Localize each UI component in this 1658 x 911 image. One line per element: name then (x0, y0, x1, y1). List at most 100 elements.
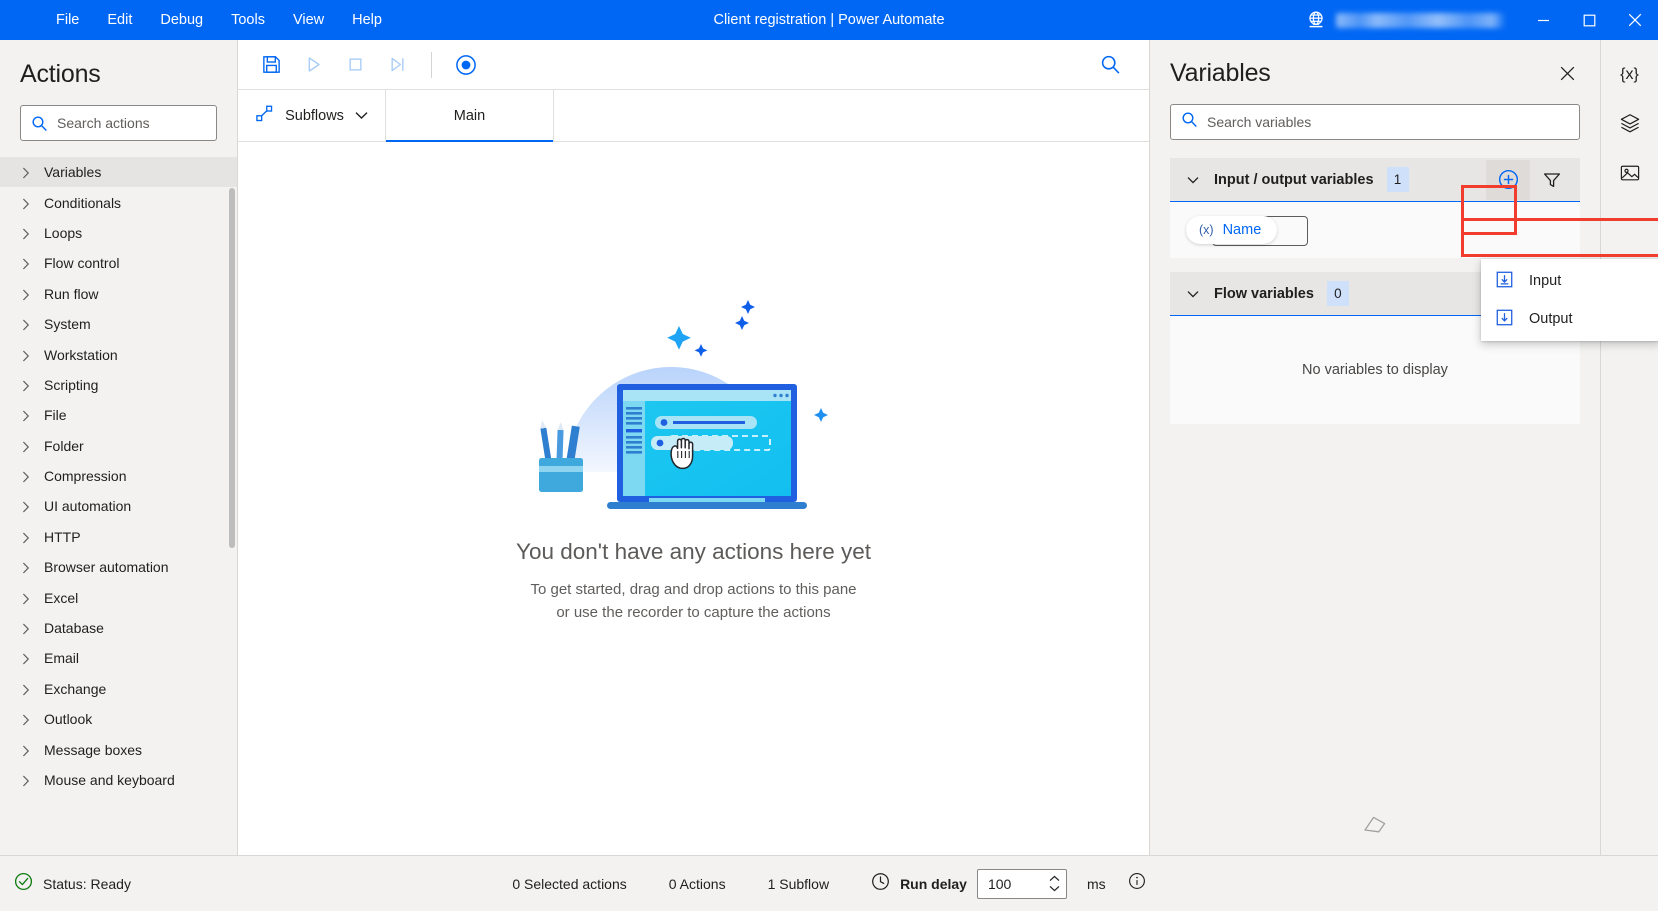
chevron-right-icon (22, 409, 30, 421)
add-variable-menu[interactable]: Input Output (1481, 259, 1658, 341)
flow-canvas[interactable]: You don't have any actions here yet To g… (238, 142, 1149, 855)
action-category-database[interactable]: Database (0, 613, 237, 643)
action-category-compression[interactable]: Compression (0, 461, 237, 491)
stop-button[interactable] (336, 46, 374, 84)
save-button[interactable] (252, 46, 290, 84)
action-category-email[interactable]: Email (0, 643, 237, 673)
variables-pane-title: Variables (1170, 59, 1271, 88)
search-flow-icon[interactable] (1093, 48, 1127, 82)
run-delay-unit: ms (1087, 876, 1106, 892)
group-input-output-actions (1486, 160, 1574, 200)
chevron-right-icon (22, 440, 30, 452)
action-category-browser-automation[interactable]: Browser automation (0, 552, 237, 582)
menu-item-help[interactable]: Help (338, 7, 396, 34)
menu-item-input[interactable]: Input (1481, 262, 1658, 300)
search-actions-input[interactable]: Search actions (20, 105, 217, 141)
chevron-down-icon (1186, 173, 1200, 187)
actions-count: 0 Actions (669, 876, 726, 892)
empty-state-title: You don't have any actions here yet (516, 539, 871, 565)
action-category-variables[interactable]: Variables (0, 157, 237, 187)
group-input-output-count: 1 (1387, 167, 1409, 192)
variable-pill-name[interactable]: (x) Name (1186, 216, 1277, 244)
menu-item-tools[interactable]: Tools (217, 7, 279, 34)
globe-icon (1305, 9, 1327, 31)
search-actions-placeholder: Search actions (57, 115, 150, 131)
action-category-label: Variables (44, 164, 101, 180)
variable-pill-label: Name (1223, 222, 1262, 238)
rail-variables-icon[interactable]: {x} (1609, 54, 1651, 96)
action-category-run-flow[interactable]: Run flow (0, 279, 237, 309)
status-metrics: 0 Selected actions 0 Actions 1 Subflow R… (0, 869, 1658, 899)
tab-main[interactable]: Main (386, 90, 554, 141)
input-variable-icon (1495, 270, 1514, 293)
action-category-loops[interactable]: Loops (0, 218, 237, 248)
account-chip[interactable] (1305, 9, 1506, 31)
close-variables-pane-button[interactable] (1552, 58, 1582, 88)
chevron-right-icon (22, 227, 30, 239)
variable-entry[interactable]: (x) Name (1186, 216, 1277, 244)
filter-variables-button[interactable] (1530, 160, 1574, 200)
menu-item-output-label: Output (1529, 311, 1573, 327)
action-category-mouse-and-keyboard[interactable]: Mouse and keyboard (0, 765, 237, 795)
menu-item-output[interactable]: Output (1481, 300, 1658, 338)
action-category-label: Scripting (44, 377, 98, 393)
info-icon[interactable] (1128, 872, 1146, 895)
action-category-http[interactable]: HTTP (0, 522, 237, 552)
add-variable-button[interactable] (1486, 160, 1530, 200)
main-body: Actions Search actions VariablesConditio… (0, 40, 1658, 855)
group-input-output-header[interactable]: Input / output variables 1 (1170, 158, 1580, 202)
run-delay-stepper[interactable] (1049, 870, 1060, 898)
actions-scrollbar[interactable] (229, 188, 235, 548)
subflow-count: 1 Subflow (768, 876, 829, 892)
chevron-right-icon (22, 257, 30, 269)
menu-item-edit[interactable]: Edit (93, 7, 146, 34)
search-icon (1181, 111, 1198, 133)
action-category-label: Exchange (44, 681, 106, 697)
chevron-right-icon (22, 561, 30, 573)
account-name (1336, 13, 1506, 28)
action-category-list[interactable]: Variables Conditionals Loops Flow controlRu… (0, 157, 237, 855)
close-button[interactable] (1612, 0, 1658, 40)
action-category-workstation[interactable]: Workstation (0, 339, 237, 369)
action-category-label: Outlook (44, 711, 92, 727)
power-automate-window: File Edit Debug Tools View Help Client r… (0, 0, 1658, 911)
run-delay-input[interactable]: 100 (977, 869, 1067, 899)
action-category-exchange[interactable]: Exchange (0, 674, 237, 704)
group-flow-variables-label: Flow variables (1214, 286, 1314, 302)
action-category-outlook[interactable]: Outlook (0, 704, 237, 734)
action-category-system[interactable]: System (0, 309, 237, 339)
ui-elements-icon (1619, 112, 1641, 139)
action-category-excel[interactable]: Excel (0, 582, 237, 612)
action-category-label: Loops (44, 225, 82, 241)
tab-subflows[interactable]: Subflows (238, 90, 386, 141)
chevron-right-icon (22, 622, 30, 634)
rail-ui-elements-icon[interactable] (1609, 104, 1651, 146)
maximize-button[interactable] (1566, 0, 1612, 40)
action-category-file[interactable]: File (0, 400, 237, 430)
variables-icon: {x} (1620, 66, 1639, 84)
chevron-right-icon (22, 379, 30, 391)
action-category-ui-automation[interactable]: UI automation (0, 491, 237, 521)
empty-state-subtitle-line2: or use the recorder to capture the actio… (556, 604, 830, 621)
run-button[interactable] (294, 46, 332, 84)
chevron-down-icon (1049, 885, 1060, 892)
menu-item-view[interactable]: View (279, 7, 338, 34)
erase-icon[interactable] (1362, 813, 1388, 835)
action-category-scripting[interactable]: Scripting (0, 370, 237, 400)
action-category-label: Conditionals (44, 195, 121, 211)
action-category-message-boxes[interactable]: Message boxes (0, 734, 237, 764)
tab-main-label: Main (454, 108, 485, 124)
action-category-folder[interactable]: Folder (0, 431, 237, 461)
menu-item-file[interactable]: File (42, 7, 93, 34)
recorder-button[interactable] (447, 46, 485, 84)
rail-images-icon[interactable] (1609, 154, 1651, 196)
action-category-conditionals[interactable]: Conditionals (0, 187, 237, 217)
chevron-right-icon (22, 349, 30, 361)
run-delay-group: Run delay 100 ms (871, 869, 1146, 899)
minimize-button[interactable] (1520, 0, 1566, 40)
search-variables-input[interactable]: Search variables (1170, 104, 1580, 140)
action-category-flow-control[interactable]: Flow control (0, 248, 237, 278)
menu-item-debug[interactable]: Debug (146, 7, 217, 34)
action-category-label: Mouse and keyboard (44, 772, 175, 788)
run-next-action-button[interactable] (378, 46, 416, 84)
